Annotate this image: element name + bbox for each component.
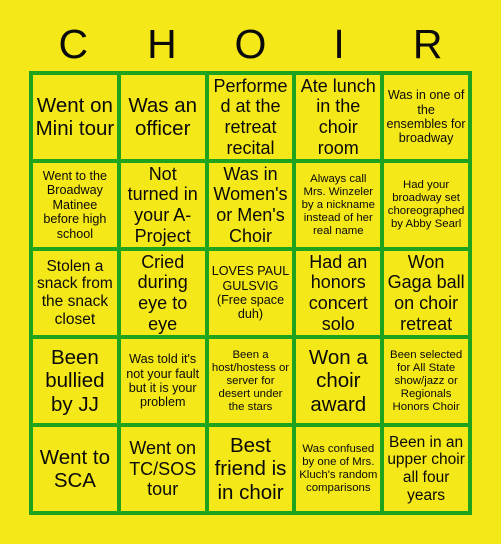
bingo-cell-r1c5[interactable]: Was in one of the ensembles for broadway	[384, 75, 468, 159]
bingo-grid: Went on Mini tour Was an officer Performed…	[29, 71, 472, 515]
bingo-cell-label: Went on Mini tour	[35, 93, 115, 140]
bingo-cell-r5c2[interactable]: Went on TC/SOS tour	[120, 427, 205, 511]
bingo-cell-r1c4[interactable]: Ate lunch in the choir room	[296, 75, 381, 159]
bingo-cell-r3c4[interactable]: Had an honors concert solo	[296, 251, 381, 335]
bingo-cell-r4c1[interactable]: Been bullied by JJ	[33, 339, 117, 423]
bingo-cell-r3c3[interactable]: LOVES PAUL GULSVIG (Free space duh)	[208, 251, 293, 335]
bingo-cell-r2c1[interactable]: Went to the Broadway Matinee before high…	[33, 163, 117, 247]
bingo-cell-r3c5[interactable]: Won Gaga ball on choir retreat	[384, 251, 468, 335]
bingo-header: C H O I R	[29, 18, 472, 70]
bingo-cell-label: Been a host/hostess or server for desert…	[211, 348, 290, 413]
bingo-cell-r2c5[interactable]: Had your broadway set choreographed by A…	[384, 163, 468, 247]
bingo-cell-label: Not turned in your A-Project	[127, 163, 198, 246]
bingo-cell-label: Was an officer	[128, 93, 198, 140]
bingo-cell-label: Went to the Broadway Matinee before high…	[42, 169, 107, 241]
bingo-cell-label: Had an honors concert solo	[308, 251, 368, 334]
bingo-cell-r5c1[interactable]: Went to SCA	[33, 427, 117, 511]
bingo-cell-r1c2[interactable]: Was an officer	[120, 75, 205, 159]
bingo-cell-label: Performed at the retreat recital	[213, 75, 288, 158]
bingo-cell-label: Been in an upper choir all four years	[387, 433, 465, 504]
bingo-cell-r5c3[interactable]: Best friend is in choir	[208, 427, 293, 511]
bingo-cell-r2c2[interactable]: Not turned in your A-Project	[120, 163, 205, 247]
bingo-cell-label: Won a choir award	[308, 345, 368, 416]
bingo-cell-label: Been selected for All State show/jazz or…	[389, 348, 463, 413]
bingo-cell-r1c1[interactable]: Went on Mini tour	[33, 75, 117, 159]
bingo-cell-r1c3[interactable]: Performed at the retreat recital	[208, 75, 293, 159]
header-letter-4: I	[333, 20, 345, 67]
bingo-cell-r5c5[interactable]: Been in an upper choir all four years	[384, 427, 468, 511]
bingo-cell-label: Was told it's not your fault but it is y…	[126, 352, 200, 410]
header-letter-3: O	[234, 20, 267, 67]
bingo-cell-r4c4[interactable]: Won a choir award	[296, 339, 381, 423]
bingo-cell-label: Always call Mrs. Winzeler by a nickname …	[301, 172, 376, 237]
bingo-cell-label: Been bullied by JJ	[45, 345, 105, 416]
bingo-cell-r2c3[interactable]: Was in Women's or Men's Choir	[208, 163, 293, 247]
bingo-cell-r4c2[interactable]: Was told it's not your fault but it is y…	[120, 339, 205, 423]
header-letter-1: C	[58, 20, 89, 67]
bingo-cell-label: Best friend is in choir	[214, 433, 287, 504]
bingo-cell-label: Won Gaga ball on choir retreat	[387, 251, 465, 334]
bingo-cell-label: Was in Women's or Men's Choir	[213, 163, 288, 246]
bingo-cell-label: Ate lunch in the choir room	[300, 75, 376, 158]
bingo-cell-r3c2[interactable]: Cried during eye to eye	[120, 251, 205, 335]
bingo-cell-label: Stolen a snack from the snack closet	[36, 257, 113, 328]
bingo-cell-label: LOVES PAUL GULSVIG (Free space duh)	[211, 264, 290, 322]
bingo-cell-label: Was in one of the ensembles for broadway	[386, 88, 466, 146]
bingo-cell-r4c5[interactable]: Been selected for All State show/jazz or…	[384, 339, 468, 423]
bingo-cell-label: Was confused by one of Mrs. Kluch's rand…	[299, 443, 378, 494]
bingo-cell-r3c1[interactable]: Stolen a snack from the snack closet	[33, 251, 117, 335]
bingo-card: C H O I R Went on Mini tour Was an office…	[0, 0, 501, 544]
bingo-cell-r4c3[interactable]: Been a host/hostess or server for desert…	[208, 339, 293, 423]
bingo-cell-label: Went on TC/SOS tour	[129, 438, 197, 500]
bingo-cell-r5c4[interactable]: Was confused by one of Mrs. Kluch's rand…	[296, 427, 381, 511]
bingo-cell-r2c4[interactable]: Always call Mrs. Winzeler by a nickname …	[296, 163, 381, 247]
bingo-cell-label: Cried during eye to eye	[137, 251, 188, 334]
bingo-cell-label: Had your broadway set choreographed by A…	[387, 179, 465, 230]
header-letter-2: H	[147, 20, 177, 67]
header-letter-5: R	[412, 20, 443, 67]
bingo-cell-label: Went to SCA	[39, 445, 111, 492]
